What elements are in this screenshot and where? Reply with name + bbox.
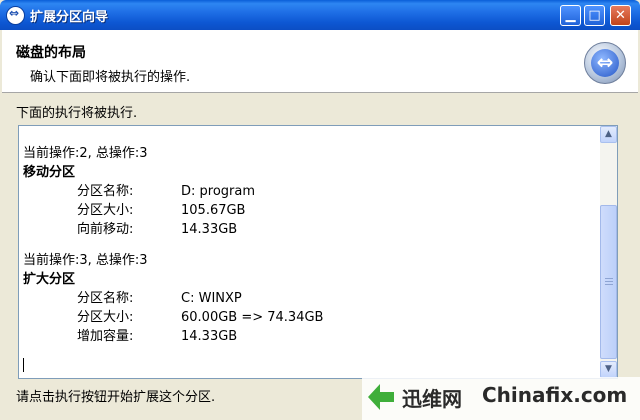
operation-row: 向前移动: 14.33GB bbox=[23, 220, 323, 239]
operation-row: 增加容量: 14.33GB bbox=[23, 327, 323, 346]
operation-title: 扩大分区 bbox=[23, 272, 76, 287]
operation-item: 当前操作:3, 总操作:3 扩大分区 分区名称: C: WINXP 分区大小: … bbox=[23, 251, 323, 346]
close-button[interactable]: ✕ bbox=[610, 5, 631, 26]
row-value: D: program bbox=[181, 184, 256, 199]
operations-label: 下面的执行将被执行. bbox=[16, 106, 138, 121]
watermark-en: Chinafix.com bbox=[482, 383, 628, 407]
operations-list: 当前操作:2, 总操作:3 移动分区 分区名称: D: program 分区大小… bbox=[23, 144, 323, 346]
row-key: 增加容量: bbox=[77, 329, 134, 344]
scroll-down-button[interactable]: ▼ bbox=[600, 361, 617, 378]
operations-textbox[interactable]: 当前操作:2, 总操作:3 移动分区 分区名称: D: program 分区大小… bbox=[18, 125, 618, 379]
footer-instruction: 请点击执行按钮开始扩展这个分区. bbox=[16, 390, 216, 405]
scroll-thumb[interactable] bbox=[600, 205, 617, 359]
operation-counter: 当前操作:2, 总操作:3 bbox=[23, 146, 148, 161]
wizard-logo-icon: ⇔ bbox=[584, 42, 626, 84]
row-value: 105.67GB bbox=[181, 203, 246, 218]
header-subtitle: 确认下面即将被执行的操作. bbox=[30, 70, 191, 85]
row-key: 分区名称: bbox=[77, 291, 134, 306]
vertical-scrollbar[interactable]: ▲ ▼ bbox=[600, 126, 617, 378]
window-title: 扩展分区向导 bbox=[30, 10, 109, 25]
row-value: 14.33GB bbox=[181, 222, 238, 237]
row-value: 60.00GB => 74.34GB bbox=[181, 310, 324, 325]
header-title: 磁盘的布局 bbox=[16, 45, 86, 61]
watermark-logo-icon bbox=[368, 384, 394, 410]
row-value: C: WINXP bbox=[181, 291, 242, 306]
row-value: 14.33GB bbox=[181, 329, 238, 344]
operation-row: 分区大小: 105.67GB bbox=[23, 201, 323, 220]
text-cursor bbox=[23, 358, 24, 372]
watermark: 迅维网 Chinafix.com bbox=[362, 377, 640, 420]
row-key: 向前移动: bbox=[77, 222, 134, 237]
row-key: 分区名称: bbox=[77, 184, 134, 199]
operation-title: 移动分区 bbox=[23, 165, 76, 180]
operation-item: 当前操作:2, 总操作:3 移动分区 分区名称: D: program 分区大小… bbox=[23, 144, 323, 239]
minimize-button[interactable]: ▁ bbox=[560, 5, 581, 26]
row-key: 分区大小: bbox=[77, 203, 134, 218]
title-bar: 扩展分区向导 ▁ □ ✕ bbox=[0, 0, 640, 30]
operation-row: 分区大小: 60.00GB => 74.34GB bbox=[23, 308, 323, 327]
operation-counter: 当前操作:3, 总操作:3 bbox=[23, 253, 148, 268]
scroll-up-button[interactable]: ▲ bbox=[600, 126, 617, 143]
app-icon bbox=[6, 6, 25, 25]
maximize-button[interactable]: □ bbox=[584, 5, 605, 26]
operation-row: 分区名称: C: WINXP bbox=[23, 289, 323, 308]
watermark-cn: 迅维网 bbox=[402, 387, 462, 411]
wizard-header: 磁盘的布局 确认下面即将被执行的操作. ⇔ bbox=[2, 30, 638, 93]
row-key: 分区大小: bbox=[77, 310, 134, 325]
operation-row: 分区名称: D: program bbox=[23, 182, 323, 201]
